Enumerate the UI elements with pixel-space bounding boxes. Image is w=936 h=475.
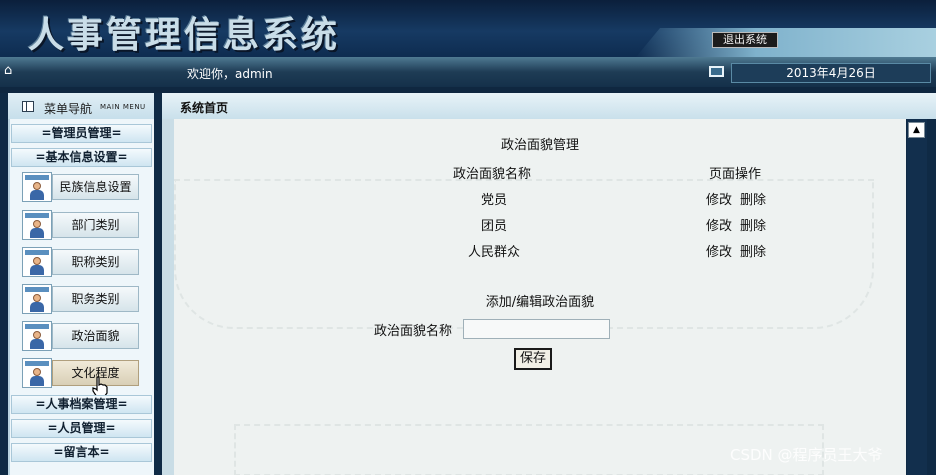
sidebar-category-personnel-files[interactable]: =人事档案管理= <box>11 395 152 414</box>
breadcrumb-label[interactable]: 系统首页 <box>180 99 228 116</box>
home-icon[interactable]: ⌂ <box>4 64 20 78</box>
sidebar-item-label: 部门类别 <box>52 212 139 238</box>
political-status-input[interactable] <box>463 319 610 339</box>
sidebar-category-basic-info[interactable]: =基本信息设置= <box>11 148 152 167</box>
welcome-text: 欢迎你，admin <box>187 67 273 81</box>
header-glow <box>636 28 936 57</box>
row-name: 团员 <box>481 219 508 234</box>
content-area: 政治面貌管理 政治面貌名称 页面操作 党员 修改 删除 团员 修改 删除 人民群… <box>174 119 906 475</box>
row-name: 党员 <box>481 193 508 208</box>
user-card-icon <box>22 172 52 202</box>
form-title: 添加/编辑政治面貌 <box>485 295 595 310</box>
column-header-action: 页面操作 <box>709 167 762 182</box>
user-card-icon <box>22 284 52 314</box>
table-title: 政治面貌管理 <box>500 138 579 153</box>
sidebar-header: 菜单导航 MAIN MENU <box>8 93 154 119</box>
political-status-field-label: 政治面貌名称 <box>374 324 453 339</box>
watermark: CSDN @程序员王大爷 <box>730 446 883 464</box>
app-title: 人事管理信息系统 <box>28 15 341 56</box>
edit-link[interactable]: 修改 <box>706 189 732 208</box>
sidebar-category-admin[interactable]: =管理员管理= <box>11 124 152 143</box>
sidebar-item-label: 职务类别 <box>52 286 139 312</box>
scrollbar-track[interactable] <box>907 119 927 475</box>
edit-link[interactable]: 修改 <box>706 215 732 234</box>
column-header-name: 政治面貌名称 <box>453 167 532 182</box>
sidebar-item-education[interactable]: 文化程度 <box>22 358 139 388</box>
sidebar-item-ethnicity[interactable]: 民族信息设置 <box>22 172 139 202</box>
scroll-up-arrow-icon[interactable]: ▲ <box>908 122 925 138</box>
user-card-icon <box>22 247 52 277</box>
sidebar-item-position-type[interactable]: 职务类别 <box>22 284 139 314</box>
sidebar-item-department[interactable]: 部门类别 <box>22 210 139 240</box>
sidebar-item-title-type[interactable]: 职称类别 <box>22 247 139 277</box>
header-banner: 人事管理信息系统 <box>0 0 936 57</box>
user-card-icon <box>22 358 52 388</box>
sidebar-category-guestbook[interactable]: =留言本= <box>11 443 152 462</box>
sidebar-subtitle: MAIN MENU <box>100 103 146 111</box>
save-button[interactable]: 保存 <box>514 348 552 370</box>
sidebar-category-staff[interactable]: =人员管理= <box>11 419 152 438</box>
delete-link[interactable]: 删除 <box>740 189 766 208</box>
menu-grid-icon <box>22 101 34 112</box>
logout-button[interactable]: 退出系统 <box>712 32 778 48</box>
user-card-icon <box>22 210 52 240</box>
delete-link[interactable]: 删除 <box>740 241 766 260</box>
sidebar-item-label: 职称类别 <box>52 249 139 275</box>
row-name: 人民群众 <box>468 245 521 260</box>
user-card-icon <box>22 321 52 351</box>
sidebar-item-label: 民族信息设置 <box>52 174 139 200</box>
sidebar-item-label: 政治面貌 <box>52 323 139 349</box>
delete-link[interactable]: 删除 <box>740 215 766 234</box>
breadcrumb: 系统首页 <box>162 93 936 119</box>
sidebar-item-political-status[interactable]: 政治面貌 <box>22 321 139 351</box>
scrollbar[interactable]: ▲ <box>906 119 936 475</box>
date-display: 2013年4月26日 <box>731 63 931 83</box>
sidebar-title: 菜单导航 <box>44 102 93 116</box>
monitor-icon <box>709 66 724 77</box>
edit-link[interactable]: 修改 <box>706 241 732 260</box>
